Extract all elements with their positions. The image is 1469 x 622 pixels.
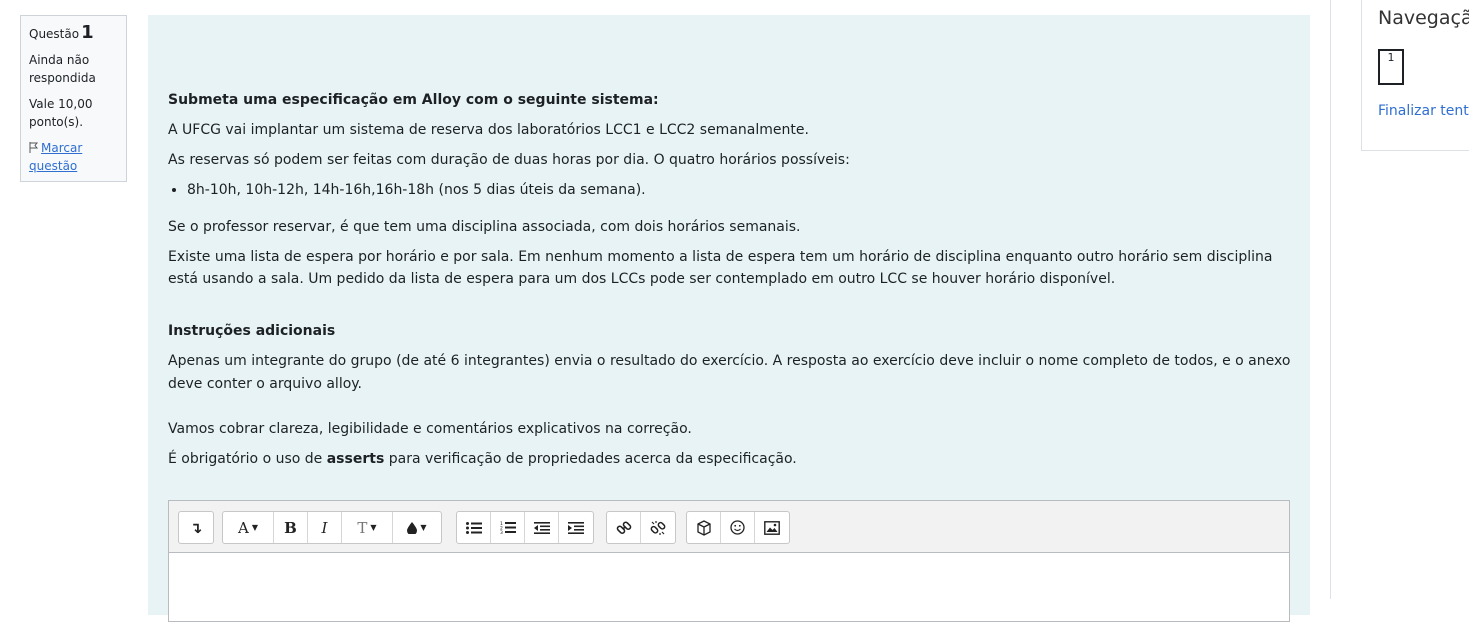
schedule-list: 8h-10h, 10h-12h, 14h-16h,16h-18h (nos 5 …: [168, 179, 1298, 202]
toolbar-group-expand: ↴: [178, 511, 214, 544]
outdent-button[interactable]: [525, 512, 559, 543]
paragraph-reservations: As reservas só podem ser feitas com dura…: [168, 152, 850, 168]
question-info: Questão 1 Ainda não respondida Vale 10,00…: [20, 15, 127, 182]
unlink-button[interactable]: [641, 512, 675, 543]
show-more-buttons[interactable]: ↴: [179, 512, 213, 543]
text-size-button[interactable]: T ▼: [342, 512, 393, 543]
emoji-button[interactable]: [721, 512, 755, 543]
question-nav-button[interactable]: 1: [1378, 49, 1404, 85]
image-button[interactable]: [755, 512, 789, 543]
font-icon: A: [238, 518, 249, 537]
toolbar-group-lists: 123: [456, 511, 594, 544]
paragraph-professor: Se o professor reservar, é que tem uma d…: [168, 218, 801, 235]
asserts-keyword: asserts: [326, 450, 385, 467]
drop-icon: [407, 521, 418, 534]
paragraph-asserts: É obrigatório o uso de asserts para veri…: [168, 450, 797, 467]
paragraph-grading: Vamos cobrar clareza, legibilidade e com…: [168, 420, 692, 437]
list-item: 8h-10h, 10h-12h, 14h-16h,16h-18h (nos 5 …: [187, 179, 1298, 202]
media-icon: [696, 519, 711, 536]
toolbar-group-links: [606, 511, 676, 544]
flag-question-link[interactable]: Marcar questão: [29, 139, 118, 175]
paragraph-group: Apenas um integrante do grupo (de até 6 …: [168, 353, 1291, 392]
chevron-down-icon: ▼: [251, 523, 258, 532]
indent-button[interactable]: [559, 512, 593, 543]
unlink-icon: [650, 520, 666, 535]
font-color-button[interactable]: ▼: [393, 512, 441, 543]
unordered-list-button[interactable]: [457, 512, 491, 543]
instructions-heading: Instruções adicionais: [168, 323, 336, 339]
bullet-list-icon: [465, 521, 482, 534]
question-number: Questão 1: [29, 22, 118, 43]
font-style-button[interactable]: A ▼: [223, 512, 274, 543]
chevron-down-icon: ▼: [420, 523, 427, 532]
italic-icon: I: [321, 518, 328, 537]
editor-toolbar: ↴ A ▼ B I T ▼ ▼ 123: [169, 501, 1289, 553]
bold-button[interactable]: B: [274, 512, 308, 543]
indent-icon: [568, 521, 584, 534]
text-size-icon: T: [357, 518, 368, 537]
expand-icon: ↴: [189, 518, 203, 537]
media-button[interactable]: [687, 512, 721, 543]
numbered-list-icon: 123: [500, 521, 516, 535]
image-icon: [764, 520, 780, 535]
question-heading: Submeta uma especificação em Alloy com o…: [168, 92, 659, 108]
svg-text:3: 3: [500, 530, 503, 535]
link-icon: [616, 520, 631, 534]
column-divider: [1330, 0, 1331, 599]
flag-icon: [29, 142, 39, 153]
smiley-icon: [730, 520, 745, 535]
question-number-value: 1: [81, 22, 94, 43]
question-grade: Vale 10,00 ponto(s).: [29, 97, 93, 129]
answer-editor: ↴ A ▼ B I T ▼ ▼ 123: [168, 500, 1290, 622]
bold-icon: B: [284, 518, 297, 537]
paragraph-waitlist: Existe uma lista de espera por horário e…: [168, 248, 1273, 288]
italic-button[interactable]: I: [308, 512, 342, 543]
finish-attempt-link[interactable]: Finalizar tentativa ...: [1378, 103, 1469, 119]
question-state: Ainda não respondida: [29, 53, 96, 85]
link-button[interactable]: [607, 512, 641, 543]
paragraph-system: A UFCG vai implantar um sistema de reser…: [168, 122, 809, 138]
editor-text-area[interactable]: [169, 553, 1289, 621]
question-content: Submeta uma especificação em Alloy com o…: [148, 15, 1310, 622]
question-label: Questão: [29, 27, 80, 41]
toolbar-group-style: A ▼ B I T ▼ ▼: [222, 511, 442, 544]
toolbar-group-insert: [686, 511, 790, 544]
chevron-down-icon: ▼: [370, 523, 377, 532]
question-text: Submeta uma especificação em Alloy com o…: [168, 89, 1298, 478]
navigation-title: Navegação do questionário: [1378, 7, 1469, 29]
outdent-icon: [533, 521, 550, 534]
ordered-list-button[interactable]: 123: [491, 512, 525, 543]
quiz-navigation: Navegação do questionário 1 Finalizar te…: [1361, 0, 1469, 151]
